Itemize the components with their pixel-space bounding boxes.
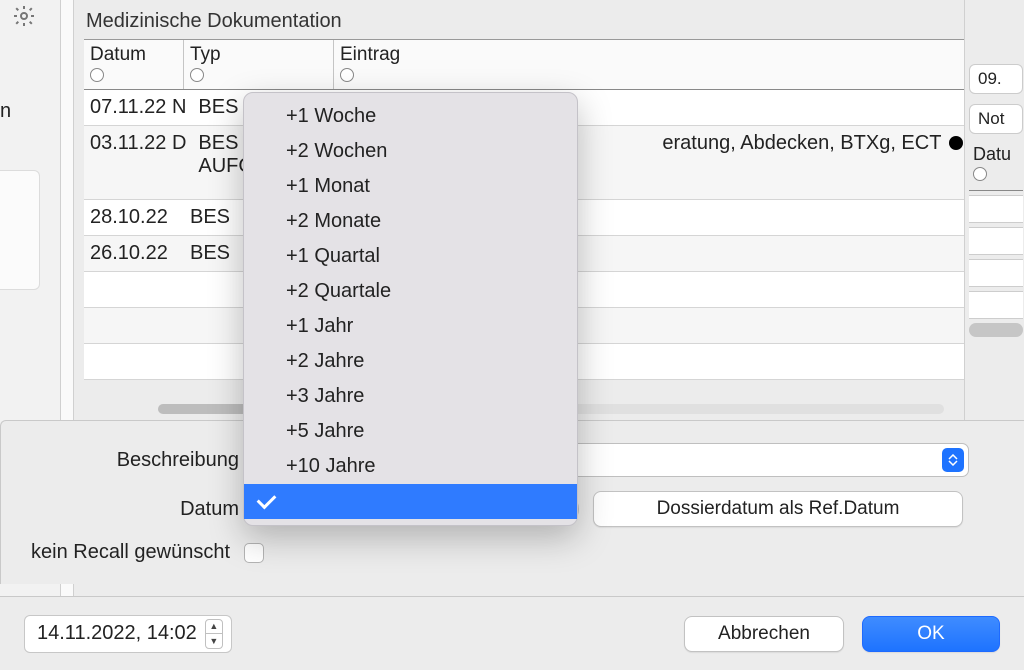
column-header-label: Typ xyxy=(190,44,327,66)
cell-datum: 07.11.22 N xyxy=(84,90,192,125)
ok-button[interactable]: OK xyxy=(862,616,1000,652)
chevron-down-icon[interactable]: ▼ xyxy=(206,634,222,648)
bottom-button-bar: 14.11.2022, 14:02 ▲ ▼ Abbrechen OK xyxy=(0,596,1024,670)
menu-item[interactable]: +1 Jahr xyxy=(244,309,577,344)
dossier-ref-date-button[interactable]: Dossierdatum als Ref.Datum xyxy=(593,491,963,527)
table-header: Datum Typ Eintrag xyxy=(84,40,1014,90)
right-panel-sliver: 09. Not Datu xyxy=(964,0,1024,420)
column-header-label: Eintrag xyxy=(340,44,1008,66)
list-cell-partial[interactable] xyxy=(969,291,1023,319)
menu-item[interactable]: +2 Monate xyxy=(244,204,577,239)
menu-item-selected[interactable] xyxy=(244,484,577,519)
menu-item[interactable]: +2 Jahre xyxy=(244,344,577,379)
cancel-button[interactable]: Abbrechen xyxy=(684,616,844,652)
filter-radio-icon[interactable] xyxy=(190,68,204,82)
menu-item[interactable]: +2 Quartale xyxy=(244,274,577,309)
cell-datum: 26.10.22 xyxy=(84,236,184,271)
column-header-eintrag[interactable]: Eintrag xyxy=(334,40,1014,89)
menu-item[interactable]: +1 Monat xyxy=(244,169,577,204)
datetime-value: 14.11.2022, 14:02 xyxy=(37,622,197,645)
list-cell-partial[interactable] xyxy=(969,227,1023,255)
filter-radio-icon[interactable] xyxy=(973,167,987,181)
column-header-datum[interactable]: Datum xyxy=(84,40,184,89)
cell-datum: 03.11.22 D xyxy=(84,126,192,161)
no-recall-checkbox[interactable] xyxy=(244,543,264,563)
menu-item[interactable]: +1 Quartal xyxy=(244,239,577,274)
column-header-label: Datum xyxy=(90,44,177,66)
list-cell-partial[interactable] xyxy=(969,195,1023,223)
no-recall-label: kein Recall gewünscht xyxy=(31,541,230,564)
date-field-partial[interactable]: 09. xyxy=(969,64,1023,94)
cell-datum: 28.10.22 xyxy=(84,200,184,235)
menu-item[interactable]: +5 Jahre xyxy=(244,414,577,449)
truncated-text-left: n xyxy=(0,100,11,123)
list-cell-partial[interactable] xyxy=(969,259,1023,287)
notice-field-partial[interactable]: Not xyxy=(969,104,1023,134)
scrollbar-cap[interactable] xyxy=(969,323,1023,337)
menu-item[interactable]: +3 Jahre xyxy=(244,379,577,414)
menu-item[interactable]: +10 Jahre xyxy=(244,449,577,484)
right-datum-label: Datu xyxy=(965,144,1024,165)
date-offset-menu[interactable]: +1 Woche +2 Wochen +1 Monat +2 Monate +1… xyxy=(243,92,578,526)
menu-item[interactable]: +1 Woche xyxy=(244,99,577,134)
bullet-icon xyxy=(949,136,963,150)
filter-radio-icon[interactable] xyxy=(340,68,354,82)
menu-item[interactable]: +2 Wochen xyxy=(244,134,577,169)
gear-icon[interactable] xyxy=(12,4,36,35)
chevron-up-icon[interactable]: ▲ xyxy=(206,620,222,635)
datum-label: Datum xyxy=(29,498,249,521)
section-title: Medizinische Dokumentation xyxy=(74,0,1024,39)
combobox-arrows-icon[interactable] xyxy=(942,448,964,472)
description-label: Beschreibung xyxy=(29,449,249,472)
datetime-stepper[interactable]: ▲ ▼ xyxy=(205,619,223,649)
filter-radio-icon[interactable] xyxy=(90,68,104,82)
left-panel-box xyxy=(0,170,40,290)
column-header-typ[interactable]: Typ xyxy=(184,40,334,89)
datetime-field[interactable]: 14.11.2022, 14:02 ▲ ▼ xyxy=(24,615,232,653)
